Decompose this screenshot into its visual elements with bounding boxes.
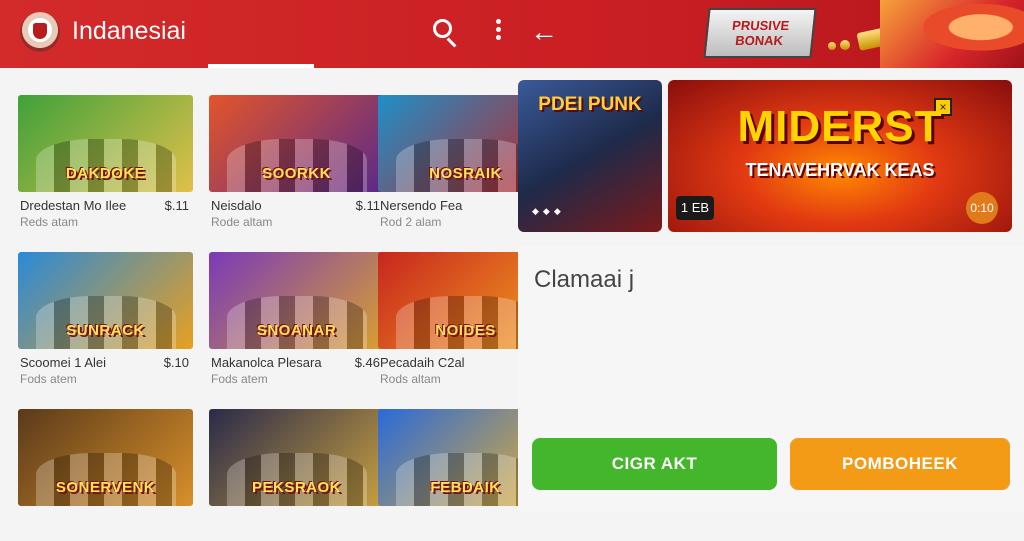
game-title: Dredestan Mo Ilee [20, 198, 127, 213]
more-vert-icon[interactable] [488, 16, 508, 43]
secondary-action-button[interactable]: POMBOHEEK [790, 438, 1010, 490]
game-price: $.11 [355, 198, 380, 213]
game-card[interactable]: SNOANAR Makanolca Plesara $.46 Fods atem [209, 252, 384, 386]
game-subtitle: Rode altam [211, 215, 273, 229]
promo-badge-line-1: PRUSIVE [731, 18, 791, 33]
game-price: $.11 [164, 198, 189, 213]
featured-badge-left: 1 EB [676, 196, 714, 220]
game-thumbnail[interactable]: DAKDOKE [18, 95, 193, 192]
game-card[interactable]: DAKDOKE Dredestan Mo Ilee $.11 Reds atam [18, 95, 193, 229]
game-thumbnail[interactable]: SOORKK [209, 95, 384, 192]
game-subtitle: Fods atem [20, 372, 77, 386]
game-title: Neisdalo [211, 198, 262, 213]
game-thumbnail-title: SUNRACK [66, 322, 145, 339]
tab-indicator [208, 64, 314, 68]
arrow-back-icon[interactable]: ← [528, 16, 560, 48]
game-thumbnail-title: SNOANAR [256, 322, 337, 339]
game-subtitle: Rod 2 alam [380, 215, 442, 229]
game-title: Makanolca Plesara [211, 355, 322, 370]
game-title: Scoomei 1 Alei [20, 355, 106, 370]
game-thumbnail[interactable]: SNOANAR [209, 252, 384, 349]
game-subtitle: Fods atem [211, 372, 268, 386]
game-card[interactable]: PEKSRAOK [209, 409, 384, 541]
featured-left-title: PDEI PUNK [538, 94, 642, 115]
app-title: Indanesiai [72, 17, 186, 45]
game-price: $.46 [354, 355, 380, 370]
featured-badge-right: 0:10 [966, 192, 998, 224]
game-subtitle: Reds atam [20, 215, 79, 229]
rating-dots-icon: ◆◆◆ [532, 206, 565, 216]
promo-badge[interactable]: PRUSIVE BONAK [703, 8, 817, 58]
game-thumbnail-title: SOORKK [262, 165, 331, 182]
game-thumbnail-title: DAKDOKE [65, 165, 146, 182]
game-thumbnail-title: SONERVENK [55, 479, 156, 496]
game-thumbnail[interactable]: SONERVENK [18, 409, 193, 506]
search-icon[interactable] [430, 16, 462, 48]
mascot-illustration [880, 0, 1024, 68]
game-thumbnail[interactable]: PEKSRAOK [209, 409, 384, 506]
game-title: Nersendo Fea [380, 198, 463, 213]
featured-banner[interactable]: × MIDERST TENAVEHRVAK KEAS 1 EB 0:10 [668, 80, 1012, 232]
top-app-bar: Indanesiai ← PRUSIVE BONAK [0, 0, 1024, 68]
game-price: $.10 [163, 355, 189, 370]
promo-badge-line-2: BONAK [734, 33, 784, 48]
game-thumbnail[interactable]: SUNRACK [18, 252, 193, 349]
game-thumbnail-title: PEKSRAOK [251, 479, 341, 496]
primary-action-button[interactable]: CIGR AKT [532, 438, 777, 490]
featured-main-title: MIDERST [737, 102, 943, 151]
game-card[interactable]: SUNRACK Scoomei 1 Alei $.10 Fods atem [18, 252, 193, 386]
app-logo-icon [20, 12, 60, 52]
game-subtitle: Rods altam [380, 372, 441, 386]
detail-panel: Clamaai j CIGR AKT POMBOHEEK [518, 246, 1024, 512]
game-title: Pecadaih C2al [380, 355, 465, 370]
game-card[interactable]: SOORKK Neisdalo $.11 Rode altam [209, 95, 384, 229]
featured-card-left[interactable]: PDEI PUNK ◆◆◆ [518, 80, 662, 232]
game-card[interactable]: SONERVENK [18, 409, 193, 541]
featured-main-subtitle: TENAVEHRVAK KEAS [745, 160, 935, 180]
detail-title: Clamaai j [534, 266, 635, 293]
